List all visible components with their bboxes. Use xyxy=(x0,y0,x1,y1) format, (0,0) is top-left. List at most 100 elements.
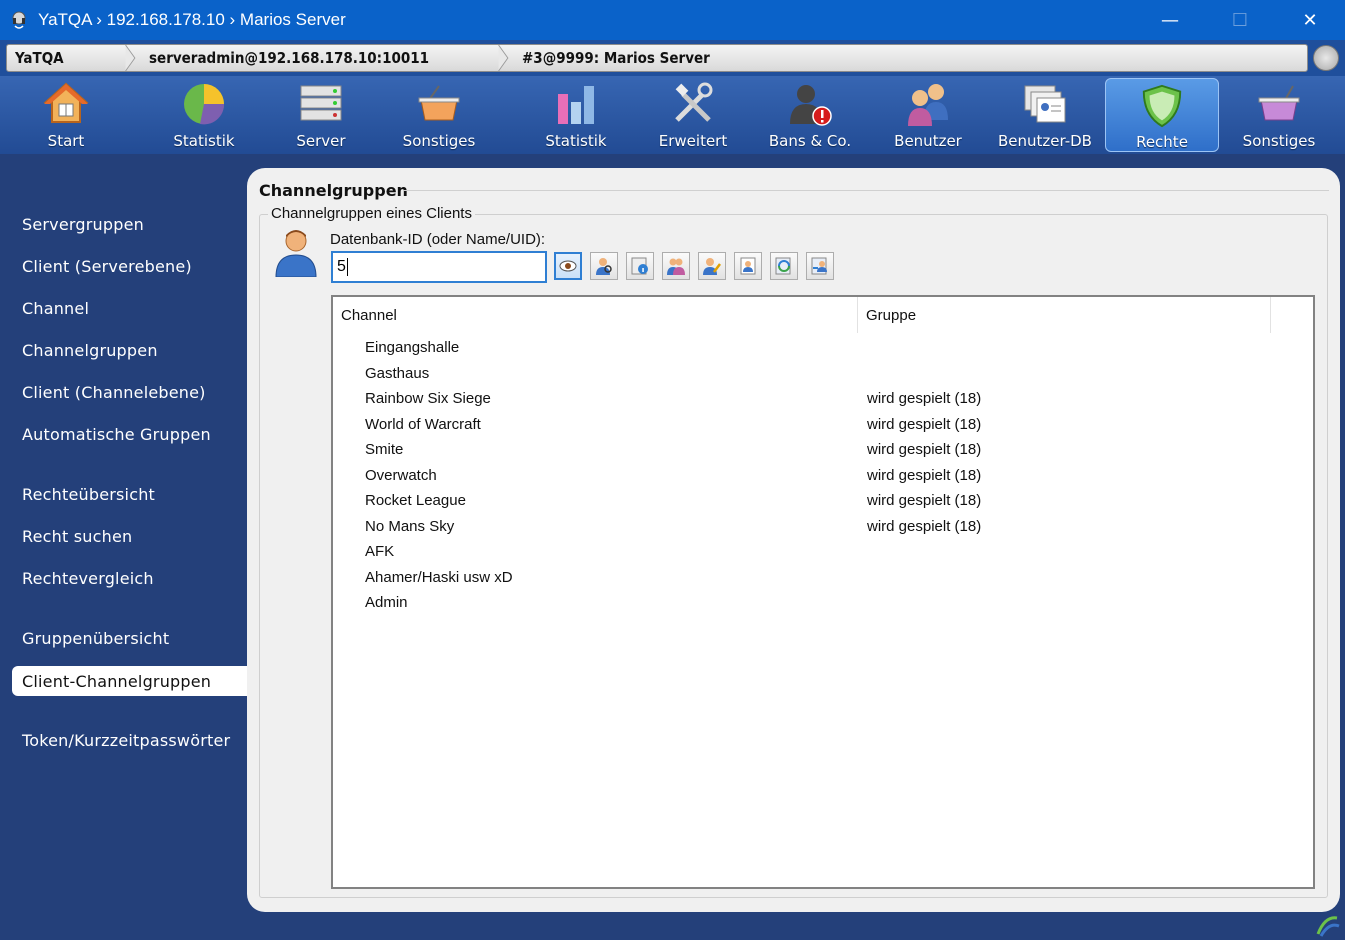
toolbar-sonstiges-server[interactable]: Sonstiges xyxy=(383,76,495,152)
bar-chart-icon xyxy=(558,86,594,124)
minimize-button[interactable]: — xyxy=(1135,0,1205,40)
toolbar-server[interactable]: Server xyxy=(265,76,377,152)
tools-icon xyxy=(675,82,713,122)
group-cell: wird gespielt (18) xyxy=(867,390,982,408)
breadcrumb-separator-icon xyxy=(125,45,136,71)
action-buttons xyxy=(554,252,834,280)
table-row[interactable]: Overwatch wird gespielt (18) xyxy=(333,463,1313,489)
group-cell: wird gespielt (18) xyxy=(867,517,982,535)
sidebar-item-recht-suchen[interactable]: Recht suchen xyxy=(22,527,132,546)
client-info-button[interactable] xyxy=(626,252,654,280)
edit-client-button[interactable] xyxy=(698,252,726,280)
channel-cell: Rainbow Six Siege xyxy=(365,390,491,408)
channel-cell: Admin xyxy=(365,594,408,612)
toolbar-label: Bans & Co. xyxy=(768,132,852,150)
user-icon xyxy=(275,230,317,277)
toolbar-label: Statistik xyxy=(173,132,235,150)
banned-user-icon xyxy=(790,85,832,126)
channel-cell: Smite xyxy=(365,441,404,459)
toolbar-label: Start xyxy=(47,132,85,150)
client-card-button[interactable] xyxy=(734,252,762,280)
title-bar: YaTQA › 192.168.178.10 › Marios Server —… xyxy=(0,0,1345,40)
user-cards-icon xyxy=(1024,85,1066,123)
column-header-gruppe[interactable]: Gruppe xyxy=(858,297,1271,333)
channel-cell: Eingangshalle xyxy=(365,339,460,357)
sidebar-item-client-channelebene[interactable]: Client (Channelebene) xyxy=(22,383,206,402)
refresh-client-button[interactable] xyxy=(770,252,798,280)
sidebar-item-gruppenuebersicht[interactable]: Gruppenübersicht xyxy=(22,629,169,648)
sidebar: Servergruppen Client (Serverebene) Chann… xyxy=(0,154,247,940)
database-id-label: Datenbank-ID (oder Name/UID): xyxy=(330,231,546,248)
table-row[interactable]: Smite wird gespielt (18) xyxy=(333,437,1313,463)
table-row[interactable]: Rocket League wird gespielt (18) xyxy=(333,488,1313,514)
channel-cell: Overwatch xyxy=(365,466,437,484)
eye-icon xyxy=(559,260,577,272)
basket-icon xyxy=(1258,85,1300,121)
table-row[interactable]: Admin xyxy=(333,590,1313,616)
sidebar-item-client-channelgruppen[interactable]: Client-Channelgruppen xyxy=(12,666,247,696)
breadcrumb-label: serveradmin@192.168.178.10:10011 xyxy=(149,49,430,67)
breadcrumb-label: YaTQA xyxy=(15,49,64,67)
table-row[interactable]: Rainbow Six Siege wird gespielt (18) xyxy=(333,386,1313,412)
sidebar-item-automatische-gruppen[interactable]: Automatische Gruppen xyxy=(22,425,211,444)
database-id-input[interactable]: 5 xyxy=(331,251,547,283)
toolbar-rechte[interactable]: Rechte xyxy=(1105,78,1219,152)
breadcrumb-item-serveradmin[interactable]: serveradmin@192.168.178.10:10011 xyxy=(133,45,509,71)
toolbar-bans[interactable]: Bans & Co. xyxy=(754,76,866,152)
maximize-button[interactable]: ☐ xyxy=(1205,0,1275,40)
database-id-value: 5 xyxy=(337,258,346,275)
shield-icon xyxy=(1142,84,1182,128)
table-header: Channel Gruppe xyxy=(333,297,1313,333)
channel-cell: No Mans Sky xyxy=(365,517,455,535)
sidebar-item-rechteuebersicht[interactable]: Rechteübersicht xyxy=(22,485,155,504)
table-row[interactable]: No Mans Sky wird gespielt (18) xyxy=(333,514,1313,540)
column-header-channel[interactable]: Channel xyxy=(333,297,858,333)
client-groups-button[interactable] xyxy=(662,252,690,280)
toolbar-erweitert[interactable]: Erweitert xyxy=(637,76,749,152)
app-icon xyxy=(12,11,26,29)
view-button[interactable] xyxy=(554,252,582,280)
resize-grip-logo-icon xyxy=(1316,916,1340,937)
sidebar-item-channelgruppen[interactable]: Channelgruppen xyxy=(22,341,158,360)
channel-groups-table[interactable]: Channel Gruppe Eingangshalle Gasthaus Rain… xyxy=(331,295,1315,889)
connection-status-icon[interactable] xyxy=(1313,45,1339,71)
transfer-client-button[interactable] xyxy=(806,252,834,280)
sidebar-item-client-serverebene[interactable]: Client (Serverebene) xyxy=(22,257,192,276)
toolbar-label: Statistik xyxy=(545,132,607,150)
breadcrumb-label: #3@9999: Marios Server xyxy=(522,49,710,67)
channel-cell: World of Warcraft xyxy=(365,415,481,433)
table-row[interactable]: AFK xyxy=(333,539,1313,565)
page-title: Channelgruppen xyxy=(259,181,408,200)
user-refresh-icon xyxy=(775,257,791,275)
toolbar-sonstiges-client[interactable]: Sonstiges xyxy=(1223,76,1335,152)
breadcrumb: YaTQA serveradmin@192.168.178.10:10011 #… xyxy=(6,44,1308,72)
channel-cell: Gasthaus xyxy=(365,364,430,382)
channel-cell: Rocket League xyxy=(365,492,466,510)
breadcrumb-item-yatqa[interactable]: YaTQA xyxy=(7,45,136,71)
toolbar-benutzer[interactable]: Benutzer xyxy=(872,76,984,152)
table-row[interactable]: World of Warcraft wird gespielt (18) xyxy=(333,412,1313,438)
toolbar-benutzer-db[interactable]: Benutzer-DB xyxy=(989,76,1101,152)
text-cursor xyxy=(346,258,348,276)
user-info-icon xyxy=(631,257,648,275)
user-transfer-icon xyxy=(811,257,827,275)
sidebar-item-rechtevergleich[interactable]: Rechtevergleich xyxy=(22,569,154,588)
channel-cell: AFK xyxy=(365,543,395,561)
table-row[interactable]: Gasthaus xyxy=(333,361,1313,387)
breadcrumb-item-server[interactable]: #3@9999: Marios Server xyxy=(506,45,1307,71)
table-row[interactable]: Eingangshalle xyxy=(333,335,1313,361)
toolbar-start[interactable]: Start xyxy=(10,76,122,152)
toolbar-statistik-instance[interactable]: Statistik xyxy=(520,76,632,152)
toolbar-label: Server xyxy=(296,132,346,150)
sidebar-item-channel[interactable]: Channel xyxy=(22,299,89,318)
toolbar-statistik-server[interactable]: Statistik xyxy=(148,76,260,152)
close-button[interactable]: ✕ xyxy=(1275,0,1345,40)
sidebar-item-token[interactable]: Token/Kurzzeitpasswörter xyxy=(22,731,230,750)
sidebar-item-servergruppen[interactable]: Servergruppen xyxy=(22,215,144,234)
main-panel: Channelgruppen Channelgruppen eines Clie… xyxy=(247,168,1340,912)
toolbar-label: Benutzer xyxy=(894,132,962,150)
group-cell: wird gespielt (18) xyxy=(867,415,982,433)
user-edit-icon xyxy=(703,258,721,275)
search-client-button[interactable] xyxy=(590,252,618,280)
table-row[interactable]: Ahamer/Haski usw xD xyxy=(333,565,1313,591)
